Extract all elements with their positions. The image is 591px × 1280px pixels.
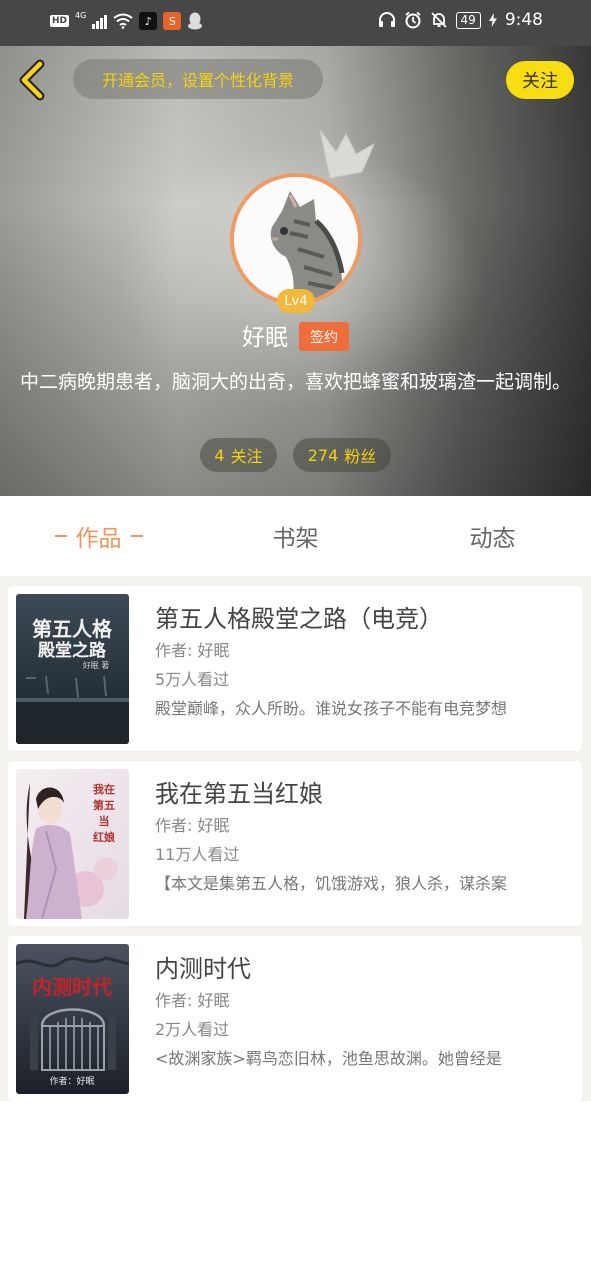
following-number: 4 [214, 445, 225, 465]
book-description: 殿堂巅峰，众人所盼。谁说女孩子不能有电竞梦想 [155, 699, 508, 718]
fans-count[interactable]: 274 粉丝 [293, 438, 391, 472]
book-description: <故渊家族>羁鸟恋旧林，池鱼思故渊。她曾经是 [155, 1049, 502, 1068]
alarm-icon [404, 11, 421, 29]
book-list: 第五人格 殿堂之路 好眠 著 第五人格殿堂之路（电竞） 作者: 好眠 5万人看过… [0, 576, 591, 1101]
clock: 9:48 [504, 10, 543, 30]
following-count[interactable]: 4 关注 [200, 438, 277, 472]
signal-icon [92, 13, 108, 29]
battery-icon: 49 [455, 11, 481, 29]
fans-label: 粉丝 [344, 447, 377, 466]
wifi-icon [113, 13, 133, 29]
tab-activity[interactable]: 动态 [394, 496, 591, 576]
cat-avatar-image [234, 177, 358, 301]
app-icon: S [163, 12, 182, 30]
following-label: 关注 [230, 447, 263, 466]
cover-title-line4: 红娘 [93, 830, 115, 844]
cover-credit: 作者：好眠 [49, 1075, 94, 1087]
book-cover[interactable]: 第五人格 殿堂之路 好眠 著 [16, 594, 129, 744]
hd-badge: HD [50, 15, 70, 27]
book-author: 作者: 好眠 [155, 991, 230, 1010]
mute-icon [430, 12, 447, 28]
network-type: 4G [75, 10, 87, 20]
tiktok-icon: ♪ [139, 12, 158, 30]
headphones-icon [378, 12, 395, 27]
cover-title-line1: 第五人格 [32, 617, 113, 641]
username: 好眠 [242, 325, 288, 351]
book-views: 11万人看过 [155, 845, 240, 864]
profile-header: 开通会员，设置个性化背景 关注 Lv4 好眠 签约 中二病晚期患者，脑洞大的出奇… [0, 46, 591, 496]
user-bio: 中二病晚期患者，脑洞大的出奇，喜欢把蜂蜜和玻璃渣一起调制。 [19, 371, 571, 393]
vip-background-prompt[interactable]: 开通会员，设置个性化背景 [73, 59, 323, 99]
tab-indicator-right [130, 535, 143, 537]
book-cover[interactable]: 我在 第五 当 红娘 [16, 769, 129, 919]
fans-number: 274 [307, 445, 339, 465]
book-title[interactable]: 第五人格殿堂之路（电竞） [155, 602, 565, 636]
book-author: 作者: 好眠 [155, 641, 230, 660]
book-card[interactable]: 内测时代 作者：好眠 内测时代 作者: 好眠 2万人看过 <故渊家族>羁鸟恋旧林… [8, 936, 582, 1101]
avatar[interactable] [230, 173, 362, 305]
book-info: 第五人格殿堂之路（电竞） 作者: 好眠 5万人看过 殿堂巅峰，众人所盼。谁说女孩… [155, 602, 565, 724]
crown-icon [319, 129, 376, 179]
status-bar: HD 4G ♪ S 49 9:48 [0, 0, 591, 46]
tab-label: 作品 [75, 526, 122, 552]
book-card[interactable]: 我在 第五 当 红娘 我在第五当红娘 作者: 好眠 11万人看过 【本文是集第五… [8, 761, 582, 926]
book-card[interactable]: 第五人格 殿堂之路 好眠 著 第五人格殿堂之路（电竞） 作者: 好眠 5万人看过… [8, 586, 582, 751]
book-cover-image: 第五人格 殿堂之路 好眠 著 [16, 594, 129, 744]
cover-title-line2: 殿堂之路 [37, 640, 107, 661]
cover-title: 内测时代 [32, 975, 112, 999]
book-title[interactable]: 我在第五当红娘 [155, 777, 565, 811]
tab-label: 动态 [469, 526, 516, 552]
tab-bookshelf[interactable]: 书架 [197, 496, 394, 576]
signed-author-tag: 签约 [299, 322, 349, 351]
back-arrow-icon [19, 59, 45, 101]
book-cover-image: 我在 第五 当 红娘 [16, 769, 129, 919]
cover-title-line2: 第五 [93, 798, 115, 812]
status-right: 49 9:48 [378, 10, 543, 30]
book-cover-image: 内测时代 作者：好眠 [16, 944, 129, 1094]
book-info: 内测时代 作者: 好眠 2万人看过 <故渊家族>羁鸟恋旧林，池鱼思故渊。她曾经是 [155, 952, 565, 1074]
book-info: 我在第五当红娘 作者: 好眠 11万人看过 【本文是集第五人格，饥饿游戏，狼人杀… [155, 777, 565, 899]
book-title[interactable]: 内测时代 [155, 952, 565, 986]
tab-label: 书架 [272, 526, 319, 552]
tab-works[interactable]: 作品 [0, 496, 197, 576]
cover-credit: 好眠 著 [83, 660, 110, 670]
level-badge: Lv4 [277, 289, 315, 313]
book-views: 2万人看过 [155, 1020, 230, 1039]
book-description: 【本文是集第五人格，饥饿游戏，狼人杀，谋杀案 [155, 874, 508, 893]
book-views: 5万人看过 [155, 670, 230, 689]
cover-title-line1: 我在 [93, 782, 115, 796]
book-cover[interactable]: 内测时代 作者：好眠 [16, 944, 129, 1094]
book-author: 作者: 好眠 [155, 816, 230, 835]
tab-indicator-left [54, 535, 67, 537]
status-left: HD 4G ♪ S [50, 10, 203, 30]
follow-button[interactable]: 关注 [506, 61, 574, 99]
charging-icon [488, 13, 497, 27]
qq-icon [188, 12, 203, 30]
back-button[interactable] [14, 58, 50, 102]
profile-tabs: 作品 书架 动态 [0, 496, 591, 576]
cover-title-line3: 当 [99, 814, 110, 828]
